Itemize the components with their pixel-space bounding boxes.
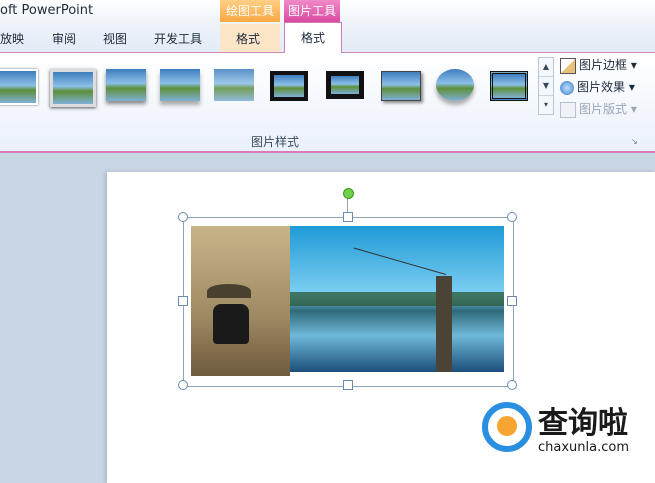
tab-review[interactable]: 审阅	[52, 30, 76, 47]
gallery-up-icon[interactable]: ▲	[539, 58, 553, 77]
style-thumb-image	[106, 69, 146, 101]
resize-handle-e[interactable]	[507, 296, 517, 306]
picture-border-button[interactable]: 图片边框 ▾	[560, 56, 637, 74]
logo-dot	[497, 416, 517, 436]
style-thumb[interactable]	[160, 69, 200, 101]
style-thumb-image	[326, 71, 364, 99]
layout-icon	[560, 101, 576, 118]
app-title: oft PowerPoint	[0, 3, 94, 18]
picture-tools-header: 图片工具	[284, 0, 340, 22]
tab-developer[interactable]: 开发工具	[154, 30, 202, 47]
tab-view[interactable]: 视图	[103, 30, 127, 47]
style-thumb-image	[160, 69, 200, 101]
style-thumb[interactable]	[214, 69, 254, 101]
rotation-handle[interactable]	[343, 188, 354, 199]
ribbon: ▲ ▼ ▾ 图片边框 ▾ 图片效果 ▾ 图片版式 ▾ 图片样式 ↘	[0, 53, 655, 153]
rotation-stem	[347, 197, 348, 213]
selection-box	[183, 217, 514, 387]
watermark-logo-icon	[482, 402, 532, 452]
gallery-down-icon[interactable]: ▼	[539, 77, 553, 96]
tab-slideshow[interactable]: 放映	[0, 30, 24, 47]
gallery-more-icon[interactable]: ▾	[539, 96, 553, 114]
style-thumb[interactable]	[436, 69, 474, 101]
drawing-tools-header: 绘图工具	[220, 0, 280, 22]
style-thumb[interactable]	[50, 69, 96, 107]
picture-border-label: 图片边框	[579, 58, 628, 72]
resize-handle-ne[interactable]	[507, 212, 517, 222]
dialog-launcher-icon[interactable]: ↘	[631, 137, 638, 146]
style-thumb-image	[50, 69, 96, 107]
picture-effects-button[interactable]: 图片效果 ▾	[560, 78, 635, 95]
effects-icon	[560, 80, 574, 95]
style-thumb-image	[214, 69, 254, 101]
style-thumb-image	[0, 69, 38, 105]
tab-picture-format[interactable]: 格式	[284, 22, 342, 53]
style-thumb[interactable]	[490, 71, 528, 101]
pencil-icon	[560, 57, 576, 74]
resize-handle-sw[interactable]	[178, 380, 188, 390]
ribbon-tabs: 放映 审阅 视图 开发工具 格式 格式	[0, 22, 655, 53]
style-thumb-image	[381, 71, 421, 101]
resize-handle-n[interactable]	[343, 212, 353, 222]
watermark-brand: 查询啦	[538, 406, 628, 441]
resize-handle-nw[interactable]	[178, 212, 188, 222]
style-thumb[interactable]	[381, 71, 421, 101]
gallery-scroll[interactable]: ▲ ▼ ▾	[538, 57, 554, 115]
style-thumb[interactable]	[326, 71, 364, 99]
resize-handle-w[interactable]	[178, 296, 188, 306]
picture-layout-button[interactable]: 图片版式 ▾	[560, 100, 637, 118]
style-thumb-image	[490, 71, 528, 101]
style-thumb-image	[436, 69, 474, 101]
watermark-url: chaxunla.com	[538, 440, 629, 455]
style-thumb-image	[270, 71, 308, 101]
group-label: 图片样式	[250, 135, 299, 149]
picture-effects-label: 图片效果	[577, 80, 626, 94]
style-thumb[interactable]	[0, 69, 38, 105]
picture-layout-label: 图片版式	[579, 102, 628, 116]
resize-handle-se[interactable]	[507, 380, 517, 390]
style-thumb[interactable]	[106, 69, 146, 101]
resize-handle-s[interactable]	[343, 380, 353, 390]
style-thumb[interactable]	[270, 71, 308, 101]
tab-drawing-format[interactable]: 格式	[236, 30, 260, 47]
